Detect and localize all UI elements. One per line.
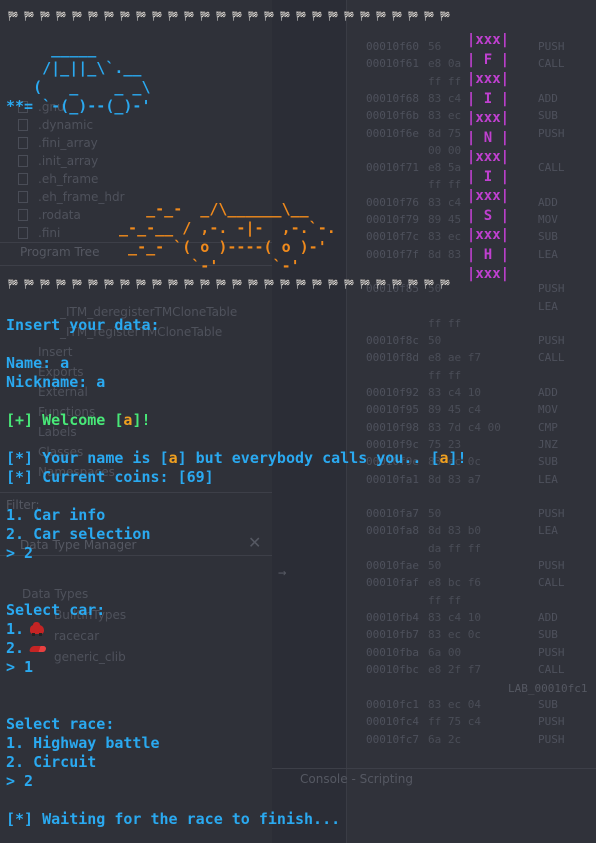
race-choice: > 2 xyxy=(6,772,34,790)
checkered-flag-icon: 🏁 xyxy=(375,280,389,290)
checkered-flag-icon: 🏁 xyxy=(151,280,165,290)
checkered-flag-icon: 🏁 xyxy=(295,280,309,290)
racing-car-icon xyxy=(28,645,48,652)
select-car-title: Select car: xyxy=(6,601,106,619)
checkered-flag-icon: 🏁 xyxy=(39,12,53,22)
checkered-flag-icon: 🏁 xyxy=(263,280,277,290)
nickname-line: Nickname: a xyxy=(6,373,106,391)
checkered-flag-icon: 🏁 xyxy=(279,12,293,22)
checkered-flag-icon: 🏁 xyxy=(311,280,325,290)
checkered-flag-icon: 🏁 xyxy=(215,280,229,290)
checkered-flag-icon: 🏁 xyxy=(215,12,229,22)
checkered-flag-icon: 🏁 xyxy=(103,12,117,22)
checkered-flag-icon: 🏁 xyxy=(71,12,85,22)
checkered-flag-icon: 🏁 xyxy=(391,12,405,22)
checkered-flag-icon: 🏁 xyxy=(183,280,197,290)
checkered-flag-icon: 🏁 xyxy=(247,280,261,290)
checkered-flag-icon: 🏁 xyxy=(167,12,181,22)
checkered-flag-icon: 🏁 xyxy=(439,12,453,22)
checkered-flag-icon: 🏁 xyxy=(423,12,437,22)
checkered-flag-icon: 🏁 xyxy=(151,12,165,22)
checkered-flag-icon: 🏁 xyxy=(7,280,21,290)
checkered-flag-icon: 🏁 xyxy=(407,280,421,290)
finish-banner-row: |xxx| xyxy=(466,32,510,48)
car-choice: > 1 xyxy=(6,658,34,676)
checkered-flag-icon: 🏁 xyxy=(263,12,277,22)
menu-choice: > 2 xyxy=(6,544,34,562)
checkered-flag-icon: 🏁 xyxy=(135,12,149,22)
checkered-flag-icon: 🏁 xyxy=(103,280,117,290)
checkered-flag-icon: 🏁 xyxy=(87,12,101,22)
checkered-flag-icon: 🏁 xyxy=(423,280,437,290)
coins-line: [*] Current coins: [69] xyxy=(6,468,214,486)
menu-item-car-selection: 2. Car selection xyxy=(6,525,151,543)
checkered-flag-icon: 🏁 xyxy=(119,280,133,290)
car-option-2: 2. xyxy=(6,639,48,658)
red-car-icon xyxy=(30,622,45,636)
finish-banner-row: | I | xyxy=(466,168,510,185)
checkered-flag-icon: 🏁 xyxy=(7,12,21,22)
finish-banner-row: | H | xyxy=(466,246,510,263)
checkered-flag-icon: 🏁 xyxy=(55,280,69,290)
checkered-flag-icon: 🏁 xyxy=(119,12,133,22)
checkered-flag-icon: 🏁 xyxy=(39,280,53,290)
checkered-flag-icon: 🏁 xyxy=(55,12,69,22)
checkered-flag-icon: 🏁 xyxy=(279,280,293,290)
finish-banner-row: | S | xyxy=(466,207,510,224)
checkered-flag-icon: 🏁 xyxy=(311,12,325,22)
finish-banner: |xxx| | F | |xxx| | I | |xxx| | N | |xxx| | I |… xyxy=(465,31,511,285)
finish-banner-row: |xxx| xyxy=(466,71,510,87)
checkered-flag-icon: 🏁 xyxy=(391,280,405,290)
checkered-flag-icon: 🏁 xyxy=(71,280,85,290)
checkered-flag-icon: 🏁 xyxy=(231,12,245,22)
checkered-flag-icon: 🏁 xyxy=(87,280,101,290)
checkered-flag-icon: 🏁 xyxy=(295,12,309,22)
finish-banner-row: | N | xyxy=(466,129,510,146)
checkered-flag-icon: 🏁 xyxy=(327,12,341,22)
finish-banner-row: |xxx| xyxy=(466,149,510,165)
insert-prompt: Insert your data: xyxy=(6,316,160,334)
checkered-flag-icon: 🏁 xyxy=(199,12,213,22)
checkered-flag-icon: 🏁 xyxy=(343,280,357,290)
terminal-output: 🏁 🏁 🏁 🏁 🏁 🏁 🏁 🏁 🏁 🏁 🏁 🏁 🏁 🏁 🏁 🏁 🏁 🏁 🏁 🏁 🏁 🏁 🏁 🏁 🏁 🏁 🏁 🏁 _____ /|_||… xyxy=(0,0,596,843)
waiting-message: [*] Waiting for the race to finish... xyxy=(6,810,341,828)
checkered-flag-icon: 🏁 xyxy=(375,12,389,22)
flag-border-top: 🏁 🏁 🏁 🏁 🏁 🏁 🏁 🏁 🏁 🏁 🏁 🏁 🏁 🏁 🏁 🏁 🏁 🏁 🏁 🏁 🏁 🏁 🏁 🏁 🏁 🏁 🏁 🏁 xyxy=(6,12,454,22)
finish-banner-row: |xxx| xyxy=(466,227,510,243)
race-option-circuit: 2. Circuit xyxy=(6,753,97,771)
checkered-flag-icon: 🏁 xyxy=(327,280,341,290)
flag-border-bottom: 🏁 🏁 🏁 🏁 🏁 🏁 🏁 🏁 🏁 🏁 🏁 🏁 🏁 🏁 🏁 🏁 🏁 🏁 🏁 🏁 🏁 🏁 🏁 🏁 🏁 🏁 🏁 🏁 xyxy=(6,280,454,290)
menu-item-car-info: 1. Car info xyxy=(6,506,106,524)
finish-banner-row: | F | xyxy=(466,51,510,68)
name-line: Name: a xyxy=(6,354,70,372)
checkered-flag-icon: 🏁 xyxy=(23,280,37,290)
select-race-title: Select race: xyxy=(6,715,115,733)
race-option-highway: 1. Highway battle xyxy=(6,734,160,752)
checkered-flag-icon: 🏁 xyxy=(135,280,149,290)
checkered-flag-icon: 🏁 xyxy=(199,280,213,290)
name-info-message: [*] Your name is [a] but everybody calls… xyxy=(6,449,467,467)
checkered-flag-icon: 🏁 xyxy=(167,280,181,290)
checkered-flag-icon: 🏁 xyxy=(439,280,453,290)
checkered-flag-icon: 🏁 xyxy=(359,12,373,22)
checkered-flag-icon: 🏁 xyxy=(23,12,37,22)
finish-banner-row: |xxx| xyxy=(466,188,510,204)
checkered-flag-icon: 🏁 xyxy=(231,280,245,290)
finish-banner-row: | I | xyxy=(466,90,510,107)
car-option-1: 1. xyxy=(6,620,45,639)
car-ascii-art: _____ /|_||_\`.__ ( _ _ _\ **= `-(_)--(_… xyxy=(6,40,151,115)
checkered-flag-icon: 🏁 xyxy=(247,12,261,22)
finish-banner-row: |xxx| xyxy=(466,266,510,282)
finish-banner-row: |xxx| xyxy=(466,110,510,126)
checkered-flag-icon: 🏁 xyxy=(359,280,373,290)
race-car-ascii-art: _-_- _/\______\__ _-_-__ / ,-. -|- ,-.`-… xyxy=(119,200,336,275)
welcome-message: [+] Welcome [a]! xyxy=(6,411,151,429)
checkered-flag-icon: 🏁 xyxy=(343,12,357,22)
checkered-flag-icon: 🏁 xyxy=(183,12,197,22)
checkered-flag-icon: 🏁 xyxy=(407,12,421,22)
